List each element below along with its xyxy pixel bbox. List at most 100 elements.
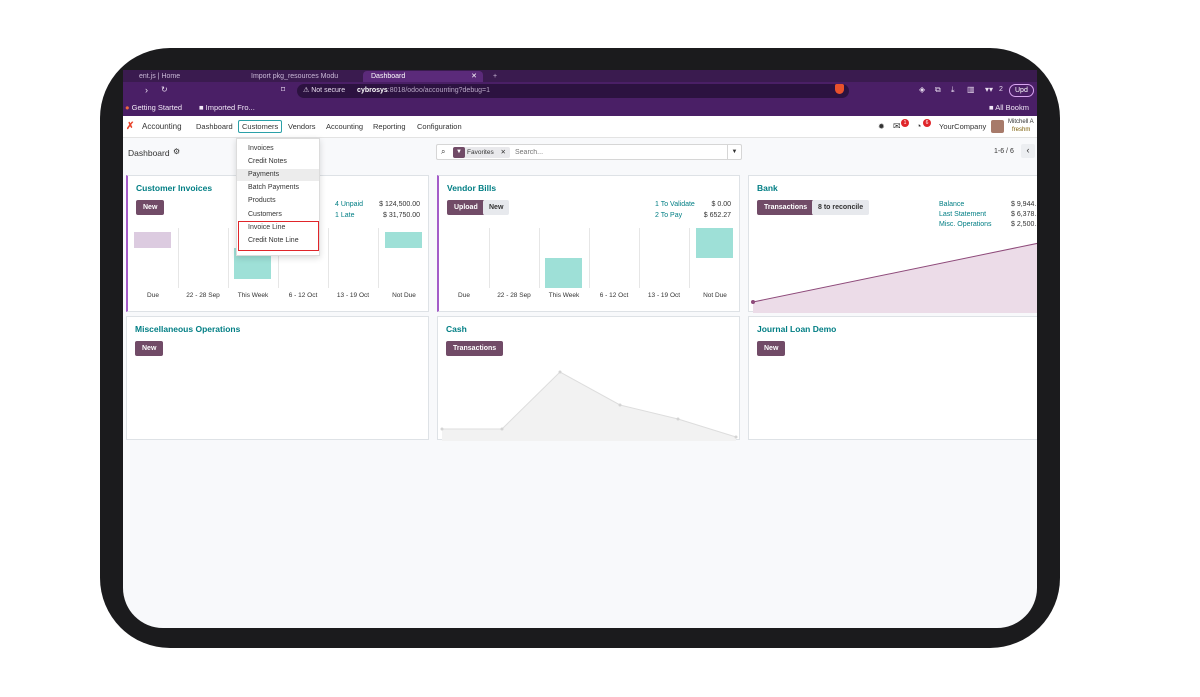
grid-line bbox=[689, 228, 690, 288]
puzzle-icon[interactable]: ⧉ bbox=[935, 85, 941, 95]
grid-line bbox=[228, 228, 229, 288]
data-point bbox=[558, 370, 562, 374]
data-point bbox=[500, 427, 504, 431]
x-label: This Week bbox=[548, 292, 580, 299]
x-label: 22 - 28 Sep bbox=[186, 292, 220, 299]
grid-line bbox=[178, 228, 179, 288]
menu-item-products[interactable]: Products bbox=[237, 195, 319, 207]
menu-dashboard[interactable]: Dashboard bbox=[196, 122, 233, 131]
warning-icon: ⚠ bbox=[303, 87, 310, 94]
menu-configuration[interactable]: Configuration bbox=[417, 122, 462, 131]
bank-balance-chart[interactable] bbox=[749, 176, 1037, 313]
favorites-facet[interactable]: ▼ Favorites ✕ bbox=[453, 147, 510, 158]
menu-accounting[interactable]: Accounting bbox=[326, 122, 363, 131]
x-label: 6 - 12 Oct bbox=[288, 292, 318, 299]
x-label: 22 - 28 Sep bbox=[497, 292, 531, 299]
bookmark-getting-started[interactable]: ● Getting Started bbox=[125, 100, 182, 116]
update-button[interactable]: Upd bbox=[1009, 84, 1034, 97]
data-point bbox=[440, 427, 444, 431]
menu-item-payments[interactable]: Payments bbox=[237, 169, 319, 181]
area-fill bbox=[442, 372, 736, 441]
close-tab-icon[interactable]: ✕ bbox=[471, 71, 477, 82]
brave-icon: ● bbox=[125, 103, 130, 112]
breadcrumb: Dashboard bbox=[128, 148, 170, 158]
extension-count: 2 bbox=[999, 86, 1003, 93]
gear-icon[interactable]: ⚙ bbox=[173, 147, 180, 156]
tab-dashboard[interactable]: Dashboard ✕ bbox=[363, 71, 483, 82]
bookmarks-bar: ● Getting Started ■ Imported Fro... ■ Al… bbox=[123, 100, 1037, 116]
url-field[interactable]: ⚠ Not secure cybrosys:8018/odoo/accounti… bbox=[297, 84, 849, 98]
brave-shield-icon[interactable] bbox=[835, 84, 844, 94]
bar-not-due[interactable] bbox=[385, 232, 422, 248]
cash-card: Cash Transactions bbox=[437, 316, 741, 441]
card-title[interactable]: Journal Loan Demo bbox=[757, 324, 836, 334]
folder-icon: ■ bbox=[199, 103, 204, 112]
x-label: 13 - 19 Oct bbox=[647, 292, 681, 299]
grid-line bbox=[328, 228, 329, 288]
menu-item-customers[interactable]: Customers bbox=[237, 209, 319, 221]
bar-not-due[interactable] bbox=[696, 228, 733, 258]
new-misc-button[interactable]: New bbox=[135, 341, 164, 356]
user-name[interactable]: Mitchell A bbox=[1008, 119, 1034, 125]
menu-reporting[interactable]: Reporting bbox=[373, 122, 406, 131]
search-icon: ⌕ bbox=[441, 147, 446, 156]
card-title[interactable]: Miscellaneous Operations bbox=[135, 324, 240, 334]
grid-line bbox=[539, 228, 540, 288]
menu-item-credit-notes[interactable]: Credit Notes bbox=[237, 156, 319, 168]
x-label: Not Due bbox=[392, 292, 416, 299]
security-label: Not secure bbox=[311, 87, 346, 94]
misc-operations-card: Miscellaneous Operations New bbox=[126, 316, 429, 440]
url-host: cybrosys bbox=[357, 87, 388, 94]
x-label: Not Due bbox=[703, 292, 727, 299]
vpn-icon[interactable]: ▾▾ bbox=[985, 85, 993, 94]
search-box[interactable]: ⌕ ▼ Favorites ✕ ▼ bbox=[436, 144, 742, 160]
tab-1[interactable]: ent.js | Home bbox=[131, 71, 231, 82]
tab-2[interactable]: Import pkg_resources Modu bbox=[243, 71, 361, 82]
extension-icon[interactable]: ◈ bbox=[919, 85, 925, 94]
x-label: 6 - 12 Oct bbox=[599, 292, 629, 299]
vendor-bills-card: Vendor Bills Upload New 1 To Validate $ … bbox=[437, 175, 740, 312]
accounting-app-icon[interactable]: ✗ bbox=[126, 121, 134, 132]
search-toggle-icon[interactable]: ▼ bbox=[727, 145, 741, 159]
new-loan-button[interactable]: New bbox=[757, 341, 786, 356]
cash-chart[interactable] bbox=[438, 317, 741, 441]
remove-facet-icon[interactable]: ✕ bbox=[501, 149, 506, 156]
menu-item-batch-payments[interactable]: Batch Payments bbox=[237, 182, 319, 194]
customers-dropdown: Invoices Credit Notes Payments Batch Pay… bbox=[236, 138, 320, 256]
bug-icon[interactable]: ✹ bbox=[878, 122, 885, 131]
pager-prev-icon[interactable]: ‹ bbox=[1021, 144, 1035, 158]
activity-icon[interactable]: ◔ bbox=[916, 121, 921, 131]
folder-icon: ■ bbox=[989, 103, 994, 112]
sidebar-icon[interactable]: ▥ bbox=[967, 85, 975, 94]
grid-line bbox=[489, 228, 490, 288]
bookmark-imported[interactable]: ■ Imported Fro... bbox=[199, 100, 255, 116]
new-tab-button[interactable]: + bbox=[485, 71, 499, 82]
avatar[interactable] bbox=[991, 120, 1004, 133]
download-icon[interactable]: ⤓ bbox=[951, 85, 955, 95]
bar-due[interactable] bbox=[134, 232, 171, 248]
data-point bbox=[751, 300, 755, 304]
device-frame: ent.js | Home Import pkg_resources Modu … bbox=[100, 48, 1060, 648]
pager[interactable]: 1-6 / 6 bbox=[994, 148, 1014, 155]
data-point bbox=[734, 435, 738, 439]
reload-icon[interactable]: ↻ bbox=[161, 85, 168, 94]
forward-icon[interactable]: › bbox=[145, 85, 148, 95]
all-bookmarks[interactable]: ■ All Bookm bbox=[989, 100, 1029, 116]
grid-line bbox=[639, 228, 640, 288]
bookmark-icon[interactable]: ⌑ bbox=[281, 85, 285, 94]
data-point bbox=[618, 403, 622, 407]
bills-chart[interactable]: Due 22 - 28 Sep This Week 6 - 12 Oct 13 … bbox=[439, 176, 740, 313]
menu-customers[interactable]: Customers bbox=[238, 120, 283, 133]
bar-this-week[interactable] bbox=[545, 258, 582, 288]
data-point bbox=[676, 417, 680, 421]
app-name[interactable]: Accounting bbox=[142, 122, 182, 131]
menu-vendors[interactable]: Vendors bbox=[288, 122, 316, 131]
search-input[interactable] bbox=[515, 146, 715, 158]
menu-item-invoices[interactable]: Invoices bbox=[237, 143, 319, 155]
company-switcher[interactable]: YourCompany bbox=[939, 122, 986, 131]
activity-badge: 6 bbox=[923, 119, 931, 127]
x-label: Due bbox=[458, 292, 470, 299]
browser-window: ent.js | Home Import pkg_resources Modu … bbox=[123, 70, 1037, 628]
chat-icon[interactable]: ✉ bbox=[893, 121, 901, 132]
x-label: This Week bbox=[237, 292, 269, 299]
